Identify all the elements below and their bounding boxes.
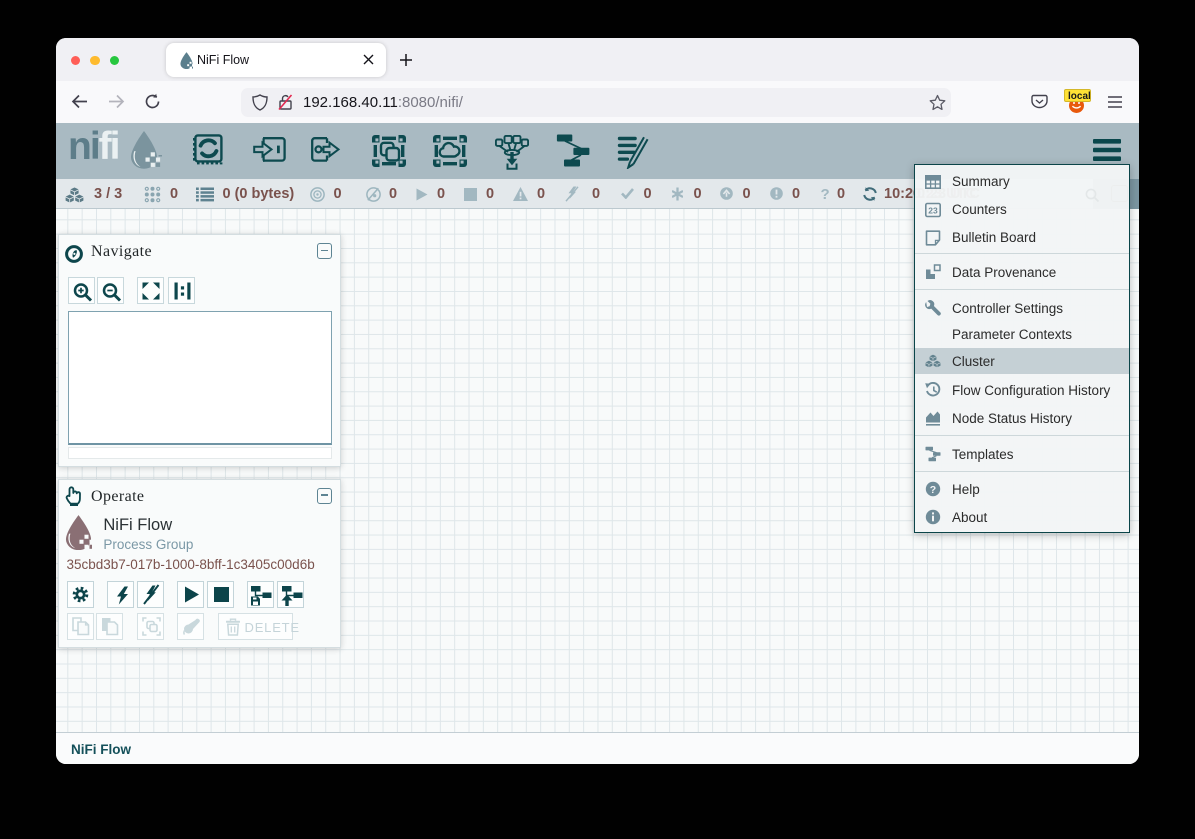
svg-text:?: ? [930, 484, 936, 496]
svg-text:23: 23 [928, 205, 938, 215]
